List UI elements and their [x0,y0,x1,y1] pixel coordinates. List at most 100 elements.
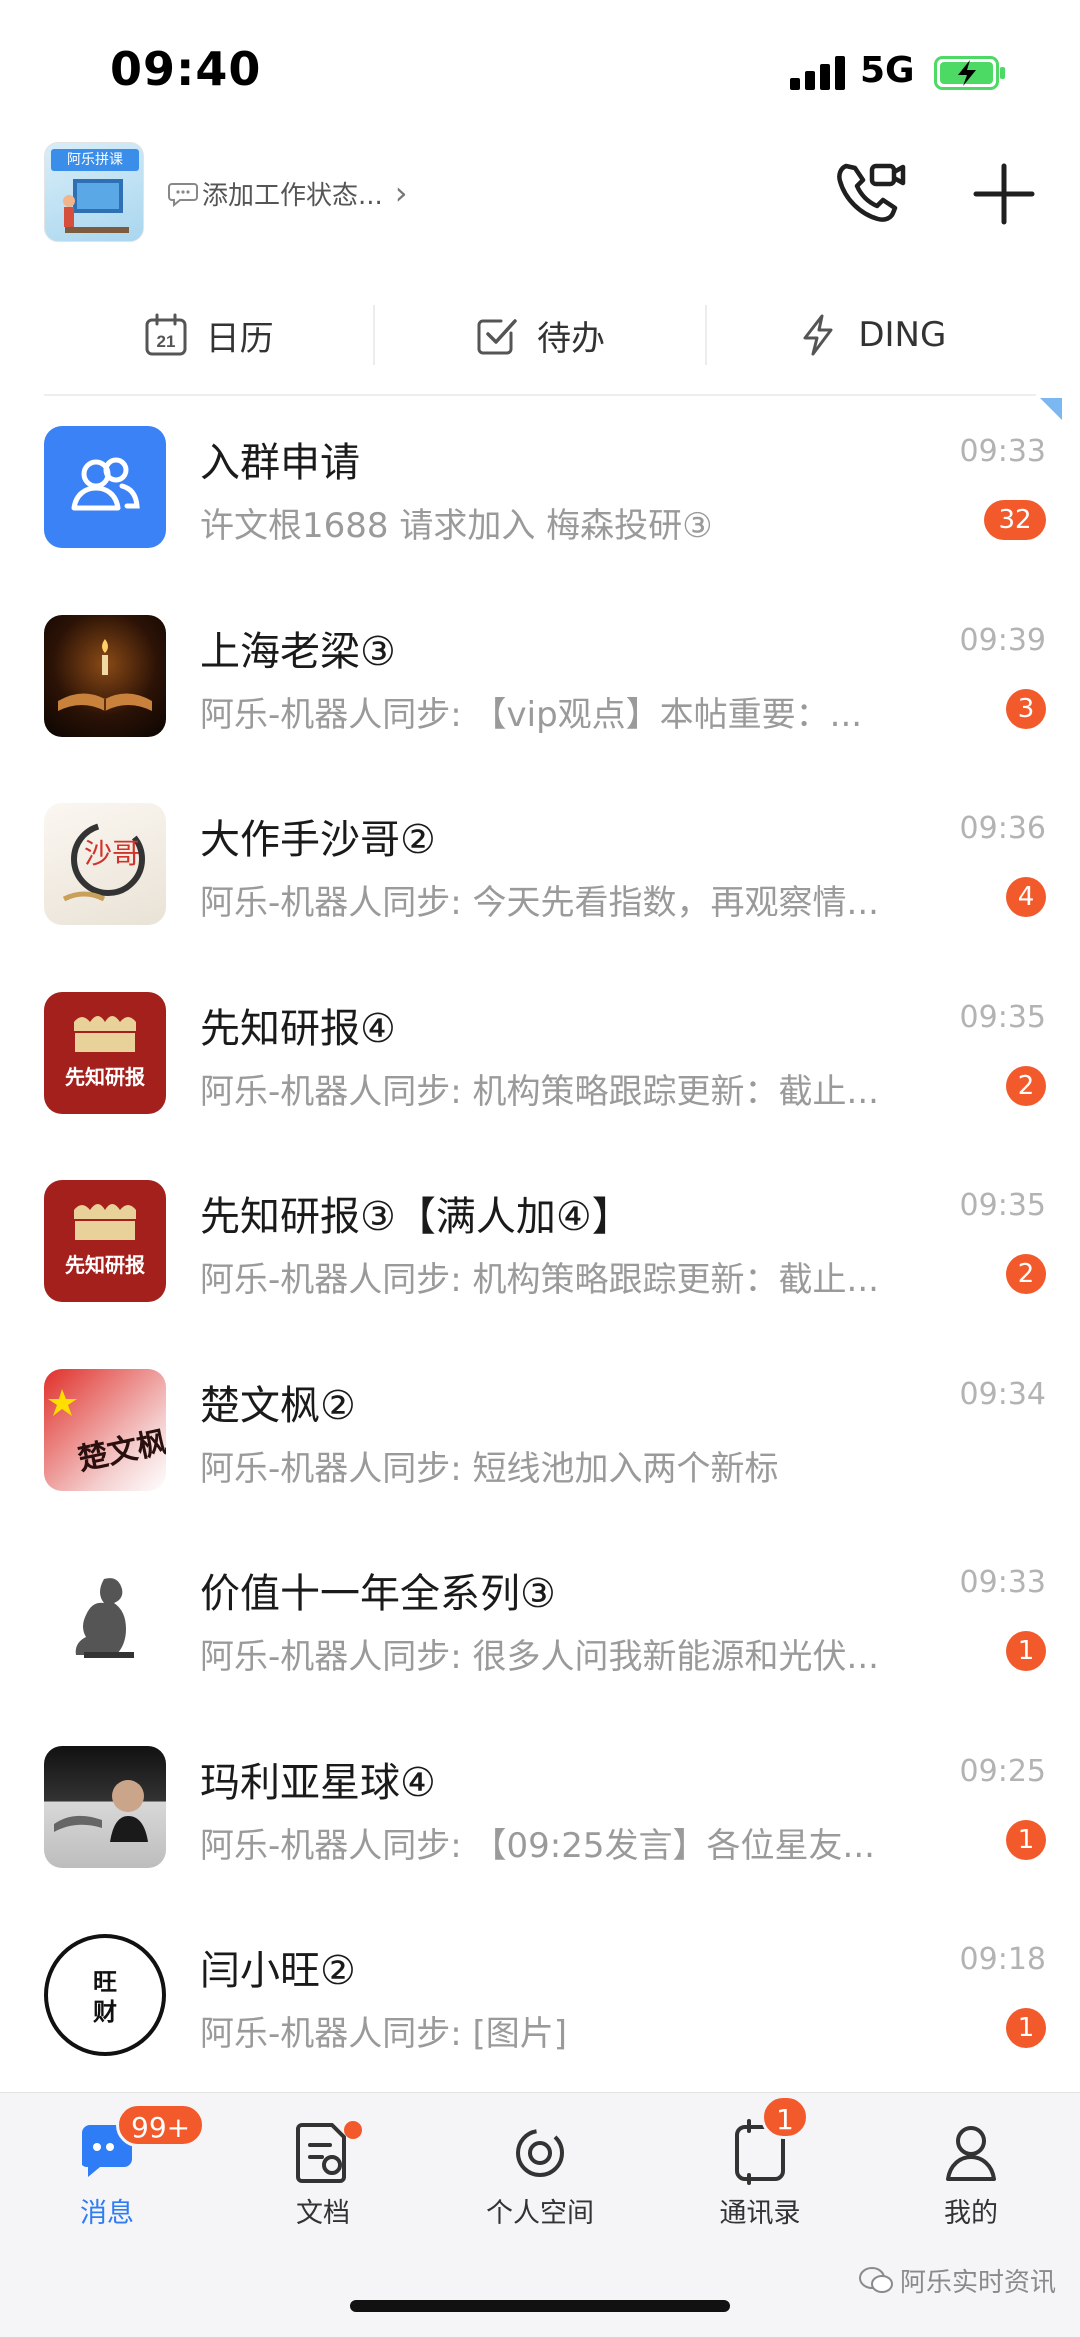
classroom-illustration-icon [63,179,129,233]
contacts-badge: 1 [761,2095,809,2139]
conversation-preview: 阿乐-机器人同步: 机构策略跟踪更新：截止... [200,1260,879,1300]
xianzhi-avatar: 先知研报 [44,1180,166,1302]
conversation-title: 楚文枫② [200,1382,356,1429]
unread-badge: 32 [984,500,1046,540]
pinned-corner-icon [1040,398,1062,420]
add-icon[interactable] [966,156,1042,232]
shage-avatar: 沙哥 [44,803,166,925]
xianzhi-avatar: 先知研报 [44,991,166,1114]
unread-badge: 1 [1006,1631,1046,1671]
avatar-text: 沙哥 [84,837,140,870]
quick-tab-calendar-label: 日历 [205,318,274,359]
quick-tab-ding-label: DING [858,315,947,355]
tab-personal-space[interactable]: 个人空间 [465,2117,615,2230]
header: 阿乐拼课 添加工作状态... › [0,130,1080,260]
unread-badge: 1 [1006,1819,1046,1860]
conversation-time: 09:18 [959,1942,1046,1977]
status-time: 09:40 [110,42,262,96]
conversation-preview: 阿乐-机器人同步: 很多人问我新能源和光伏... [200,1637,879,1677]
conversation-list: 入群申请 许文根1688 请求加入 梅森投研③ 09:33 32 上海老梁③ 阿… [0,398,1080,2095]
avatar-text: 先知研报 [65,1253,145,1277]
thinker-avatar [44,1557,166,1679]
conversation-item[interactable]: 沙哥 大作手沙哥② 阿乐-机器人同步: 今天先看指数，再观察情... 09:36… [0,775,1080,964]
photo-avatar [44,1745,166,1868]
quick-tabs: 21 日历 待办 DING [44,280,1036,390]
conversation-item[interactable]: 先知研报 先知研报④ 阿乐-机器人同步: 机构策略跟踪更新：截止... 09:3… [0,964,1080,1153]
avatar-text: 旺财 [93,1968,117,2026]
avatar-text: 先知研报 [65,1065,145,1089]
tab-profile[interactable]: 我的 [896,2117,1046,2230]
signal-icon [790,56,846,90]
conversation-title: 先知研报④ [200,1005,396,1052]
tab-label: 文档 [296,2198,350,2229]
conversation-title: 闫小旺② [200,1948,356,1994]
conversation-title: 上海老梁③ [200,628,396,675]
tab-docs[interactable]: 文档 [248,2117,398,2230]
conversation-time: 09:35 [959,999,1046,1035]
home-indicator[interactable] [350,2300,730,2312]
flag-avatar: 楚文枫 [44,1368,166,1491]
unread-badge: 2 [1006,1065,1046,1106]
divider [44,394,1036,396]
quick-tab-calendar[interactable]: 21 日历 [44,305,373,365]
tab-label: 消息 [80,2198,134,2229]
conversation-time: 09:25 [959,1753,1046,1789]
conversation-title: 价值十一年全系列③ [200,1571,556,1617]
conversation-preview: 许文根1688 请求加入 梅森投研③ [200,506,713,546]
unread-badge: 3 [1006,688,1046,729]
quick-tab-todo[interactable]: 待办 [373,305,704,365]
conversation-title: 玛利亚星球④ [200,1759,436,1806]
chevron-right-icon: › [394,174,408,212]
conversation-title: 大作手沙哥② [200,817,436,863]
battery-icon [934,56,1005,90]
conversation-preview: 阿乐-机器人同步: 机构策略跟踪更新：截止... [200,1071,879,1112]
chat-bubble-icon [168,183,198,208]
conversation-item[interactable]: 旺财 闫小旺② 阿乐-机器人同步: [图片] 09:18 1 [0,1906,1080,2095]
org-logo[interactable]: 阿乐拼课 [44,142,144,242]
conversation-preview: 阿乐-机器人同步: 【vip观点】本帖重要：... [200,694,863,735]
watermark: 阿乐实时资讯 [858,2262,1056,2299]
work-status-label: 添加工作状态... [202,180,383,211]
video-call-icon[interactable] [832,156,908,232]
conversation-preview: 阿乐-机器人同步: 【09:25发言】各位星友... [200,1825,875,1866]
tab-contacts[interactable]: 1 通讯录 [685,2095,835,2230]
docs-dot [344,2121,362,2139]
wangcai-avatar: 旺财 [44,1934,166,2056]
work-status-button[interactable]: 添加工作状态... › [168,174,408,212]
calendar-icon: 21 [145,313,187,356]
conversation-title: 先知研报③【满人加④】 [200,1194,632,1240]
network-type: 5G [860,50,915,91]
conversation-preview: 阿乐-机器人同步: 短线池加入两个新标 [200,1448,779,1489]
status-bar: 09:40 5G [0,0,1080,130]
group-join-icon [44,426,166,548]
messages-badge: 99+ [116,2103,206,2147]
conversation-preview: 阿乐-机器人同步: 今天先看指数，再观察情... [200,883,879,923]
unread-badge: 4 [1006,877,1046,917]
quick-tab-todo-label: 待办 [536,318,605,359]
unread-badge: 2 [1006,1254,1046,1294]
tab-label: 个人空间 [486,2198,594,2229]
tab-messages[interactable]: 99+ 消息 [32,2103,206,2230]
calendar-day: 21 [156,332,175,351]
conversation-item[interactable]: 楚文枫 楚文枫② 阿乐-机器人同步: 短线池加入两个新标 09:34 [0,1341,1080,1530]
tab-label: 我的 [944,2198,998,2229]
ding-bolt-icon [803,314,833,356]
conversation-time: 09:33 [959,434,1046,469]
todo-check-icon [477,319,517,355]
watermark-text: 阿乐实时资讯 [899,2268,1056,2298]
quick-tab-ding[interactable]: DING [704,305,1036,365]
conversation-time: 09:35 [959,1188,1046,1223]
avatar-text: 楚文枫 [75,1424,166,1477]
conversation-item[interactable]: 价值十一年全系列③ 阿乐-机器人同步: 很多人问我新能源和光伏... 09:33… [0,1529,1080,1718]
wechat-icon [858,2266,893,2293]
conversation-item[interactable]: 先知研报 先知研报③【满人加④】 阿乐-机器人同步: 机构策略跟踪更新：截止..… [0,1152,1080,1341]
conversation-time: 09:34 [959,1376,1046,1412]
conversation-item[interactable]: 玛利亚星球④ 阿乐-机器人同步: 【09:25发言】各位星友... 09:25 … [0,1718,1080,1907]
conversation-title: 入群申请 [200,440,360,486]
conversation-preview: 阿乐-机器人同步: [图片] [200,2014,568,2054]
conversation-item[interactable]: 上海老梁③ 阿乐-机器人同步: 【vip观点】本帖重要：... 09:39 3 [0,587,1080,776]
personal-space-icon [516,2129,564,2177]
conversation-item[interactable]: 入群申请 许文根1688 请求加入 梅森投研③ 09:33 32 [0,398,1080,587]
conversation-time: 09:36 [959,811,1046,846]
conversation-time: 09:39 [959,622,1046,658]
